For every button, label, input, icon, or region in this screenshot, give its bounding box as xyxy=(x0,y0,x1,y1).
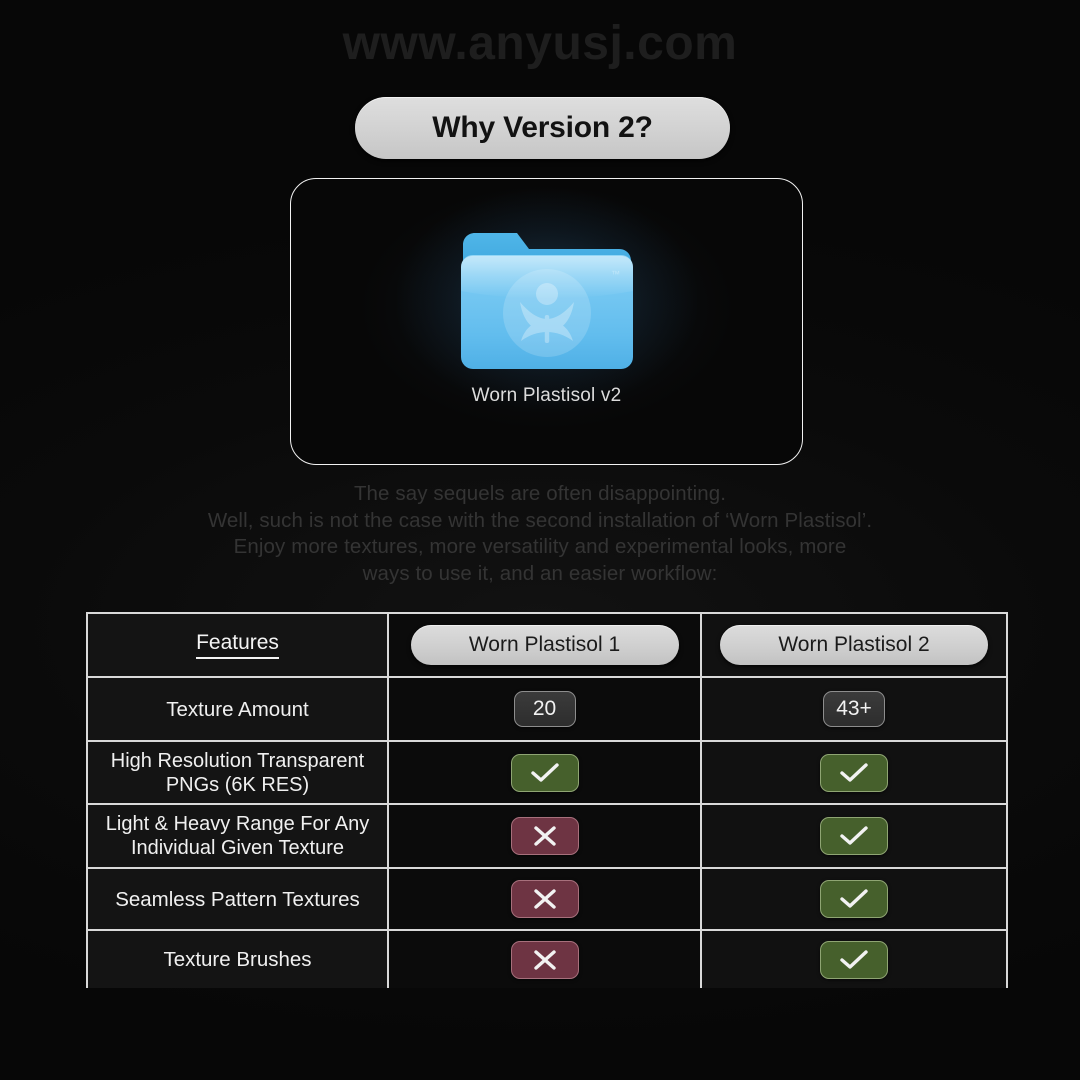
table-row: Texture Brushes xyxy=(88,931,1006,988)
texture-amount-badge-v1: 20 xyxy=(513,691,576,727)
feature-cell: Texture Brushes xyxy=(88,931,389,988)
header-cell-version-1: Worn Plastisol 1 xyxy=(389,614,702,676)
value-cell-v2 xyxy=(702,805,1006,867)
cross-badge-v1 xyxy=(510,940,579,979)
folder-label: Worn Plastisol v2 xyxy=(471,385,622,406)
feature-label: High Resolution Transparent PNGs (6K RES… xyxy=(111,749,364,797)
watermark-top: www.anyusj.com xyxy=(342,17,738,70)
folder-item[interactable]: ™ Worn Plastisol v2 xyxy=(454,225,640,407)
feature-cell: Light & Heavy Range For Any Individual G… xyxy=(88,805,389,867)
value-cell-v2 xyxy=(702,869,1006,929)
svg-text:™: ™ xyxy=(611,269,620,279)
table-row: Light & Heavy Range For Any Individual G… xyxy=(88,805,1006,869)
header-cell-features: Features xyxy=(88,614,389,676)
texture-amount-badge-v2: 43+ xyxy=(823,691,885,727)
table-row: Seamless Pattern Textures xyxy=(88,869,1006,931)
value-cell-v1 xyxy=(389,931,702,988)
table-row: Texture Amount 20 43+ xyxy=(88,678,1006,742)
feature-label: Texture Brushes xyxy=(163,948,312,971)
check-icon xyxy=(840,889,868,908)
value-cell-v1: 20 xyxy=(389,678,702,740)
blue-folder-icon: ™ xyxy=(460,233,633,369)
description-line-2: Well, such is not the case with the seco… xyxy=(207,508,873,532)
check-icon xyxy=(840,762,868,782)
check-badge-v2 xyxy=(820,753,888,792)
version-1-pill: Worn Plastisol 1 xyxy=(410,625,679,665)
value-cell-v1 xyxy=(389,742,702,803)
cross-badge-v1 xyxy=(510,880,579,918)
value-cell-v2 xyxy=(702,931,1006,988)
header-cell-version-2: Worn Plastisol 2 xyxy=(702,614,1006,676)
feature-cell: High Resolution Transparent PNGs (6K RES… xyxy=(88,742,389,803)
value-cell-v2 xyxy=(702,742,1006,803)
value-cell-v2: 43+ xyxy=(702,678,1006,740)
description-line-1: The say sequels are often disappointing. xyxy=(353,482,727,505)
feature-cell: Seamless Pattern Textures xyxy=(88,869,389,929)
feature-label: Light & Heavy Range For Any Individual G… xyxy=(106,812,369,860)
feature-label-line1: Light & Heavy Range For Any xyxy=(105,813,370,835)
table-header-row: Features Worn Plastisol 1 Worn Plastisol… xyxy=(88,614,1006,678)
feature-label: Seamless Pattern Textures xyxy=(115,887,360,911)
feature-label: Texture Amount xyxy=(166,697,309,721)
version-2-pill: Worn Plastisol 2 xyxy=(720,625,988,665)
table-row: High Resolution Transparent PNGs (6K RES… xyxy=(88,742,1006,805)
check-badge-v1 xyxy=(510,753,579,792)
folder-showcase-panel: ™ Worn Plastisol v2 xyxy=(290,178,803,465)
close-icon xyxy=(533,949,556,970)
comparison-table: Features Worn Plastisol 1 Worn Plastisol… xyxy=(86,612,1008,988)
value-cell-v1 xyxy=(389,869,702,929)
feature-label-line1: High Resolution Transparent xyxy=(110,749,365,772)
page-title: Why Version 2? xyxy=(432,111,653,144)
check-badge-v2 xyxy=(820,817,888,855)
poster-canvas: www.anyusj.com www.anyusj.com www.anyusj… xyxy=(0,0,1080,1080)
description-line-3: Enjoy more textures, more versatility an… xyxy=(233,535,847,558)
close-icon xyxy=(533,889,556,909)
close-icon xyxy=(533,826,556,846)
page-title-pill: Why Version 2? xyxy=(355,97,730,159)
feature-cell: Texture Amount xyxy=(88,678,389,740)
description-line-4: ways to use it, and an easier workflow: xyxy=(362,561,718,585)
description-text: The say sequels are often disappointing.… xyxy=(0,481,1080,587)
feature-label-line2: PNGs (6K RES) xyxy=(165,773,310,796)
check-badge-v2 xyxy=(820,940,888,979)
cross-badge-v1 xyxy=(510,817,579,855)
check-icon xyxy=(840,826,868,845)
check-badge-v2 xyxy=(820,880,888,918)
value-cell-v1 xyxy=(389,805,702,867)
feature-label-line2: Individual Given Texture xyxy=(130,837,345,859)
check-icon xyxy=(840,949,868,969)
features-header-label: Features xyxy=(196,631,279,659)
check-icon xyxy=(530,762,559,782)
